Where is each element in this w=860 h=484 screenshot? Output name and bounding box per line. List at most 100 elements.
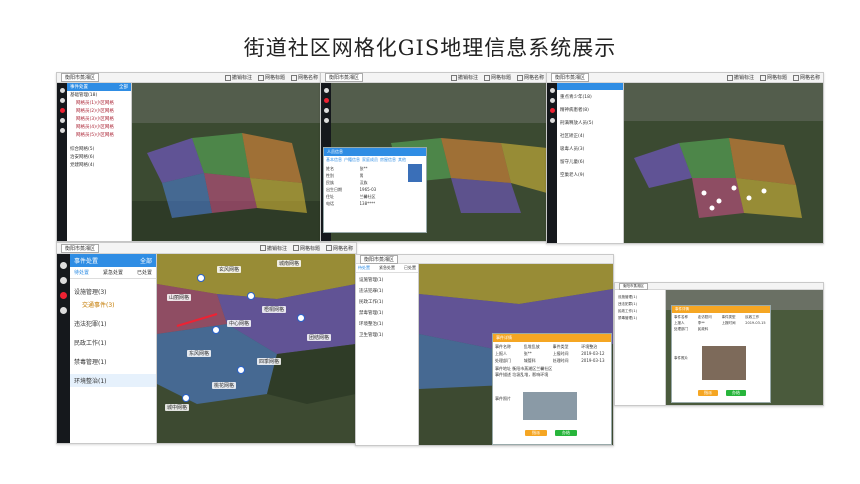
toggle-grid-title[interactable]: 网格标题 [483,74,511,81]
map-pin-icon[interactable] [549,98,555,103]
assign-button[interactable]: 指派 [698,390,718,396]
tab-done[interactable]: 已处置 [404,265,416,271]
sidebar-item[interactable]: 环境整治(1) [356,320,418,328]
sidebar-item[interactable]: 设施管理(1) [356,276,418,284]
sidebar-item[interactable]: 留守儿童(6) [557,158,623,166]
alarm-icon[interactable] [323,98,329,103]
complete-button[interactable]: 办结 [726,390,746,396]
tab-basic[interactable]: 基本信息 [326,157,342,163]
user-icon[interactable] [59,118,65,123]
sidebar-sub-item[interactable]: 网格员(5)小区网格 [67,131,131,139]
alarm-icon[interactable] [60,292,67,299]
grid-label[interactable]: 玄风网格 [217,266,242,273]
settings-icon[interactable] [59,128,65,133]
sidebar-item[interactable]: 设施管理(3) [70,285,156,298]
grid-label[interactable]: 梧桐网格 [262,306,287,313]
sidebar-item[interactable]: 基础管理(18) [67,91,131,99]
sidebar-item[interactable]: 禁毒管理(1) [615,315,665,322]
sidebar-item[interactable]: 违法犯罪(1) [615,301,665,308]
sidebar-item[interactable]: 刑满释放人员(5) [557,119,623,127]
sidebar-sub-item[interactable]: 网格员(2)小区网格 [67,107,131,115]
satellite-map[interactable]: 玄风网格 城南网格 山丽网格 梧桐网格 中心网格 团结网格 东风网格 四季网格 … [157,254,356,443]
complete-button[interactable]: 办结 [555,430,577,436]
tab-done[interactable]: 已处置 [137,269,152,276]
satellite-map[interactable] [132,83,321,241]
menu-icon[interactable] [323,118,329,123]
map-pin-icon[interactable] [237,366,245,374]
district-select[interactable]: 衡阳市蒸湘区 [325,73,364,82]
tab-house[interactable]: 房屋信息 [380,157,396,163]
tab-pending[interactable]: 待处置 [358,265,370,271]
user-icon[interactable] [60,307,67,314]
user-icon[interactable] [549,118,555,123]
map-pin-icon[interactable] [197,274,205,282]
sidebar-item[interactable]: 党建网格(4) [67,161,131,169]
grid-label[interactable]: 四季网格 [257,358,282,365]
grid-label[interactable]: 桃花网格 [212,382,237,389]
sidebar-sub-item[interactable]: 交通事件(3) [70,298,156,311]
show-all-toggle[interactable]: 全部 [119,84,128,90]
sidebar-item[interactable]: 民政工作(1) [70,336,156,349]
sidebar-item[interactable]: 重点青少年(18) [557,93,623,101]
search-icon[interactable] [60,262,67,269]
sidebar-item[interactable]: 违法犯罪(1) [70,317,156,330]
tab-urgent[interactable]: 紧急处置 [103,269,123,276]
tab-family[interactable]: 家庭成员 [362,157,378,163]
sidebar-sub-item[interactable]: 网格员(3)小区网格 [67,115,131,123]
search-icon[interactable] [323,88,329,93]
grid-label[interactable]: 中心网格 [227,320,252,327]
toggle-cancel-marks[interactable]: 撤销标注 [450,74,478,81]
sidebar-item[interactable]: 禁毒管理(1) [356,309,418,317]
district-select[interactable]: 衡阳市蒸湘区 [551,73,590,82]
satellite-map[interactable] [624,83,823,243]
sidebar-sub-item[interactable]: 网格员(1)小区网格 [67,99,131,107]
sidebar-sub-item[interactable]: 网格员(4)小区网格 [67,123,131,131]
grid-label[interactable]: 东风网格 [187,350,212,357]
grid-label[interactable]: 山丽网格 [167,294,192,301]
map-pin-icon[interactable] [212,326,220,334]
toggle-cancel-marks[interactable]: 撤销标注 [224,74,252,81]
sidebar-item[interactable]: 民政工作(1) [356,298,418,306]
toggle-grid-name[interactable]: 网格名称 [290,74,318,81]
tab-pending[interactable]: 待处置 [74,269,89,276]
alarm-icon[interactable] [549,108,555,113]
toggle-grid-title[interactable]: 网格标题 [292,245,320,252]
tab-other[interactable]: 其他 [398,157,406,163]
district-select[interactable]: 衡阳市蒸湘区 [360,255,399,264]
sidebar-item[interactable]: 社区矫正(4) [557,132,623,140]
user-icon[interactable] [323,108,329,113]
toggle-cancel-marks[interactable]: 撤销标注 [259,245,287,252]
sidebar-item[interactable]: 卫生管理(1) [356,331,418,339]
grid-label[interactable]: 城南网格 [277,260,302,267]
toggle-grid-name[interactable]: 网格名称 [325,245,353,252]
toggle-grid-title[interactable]: 网格标题 [257,74,285,81]
search-icon[interactable] [59,88,65,93]
sidebar-item[interactable]: 空巢老人(9) [557,171,623,179]
map-pin-icon[interactable] [182,394,190,402]
grid-label[interactable]: 城中网格 [165,404,190,411]
sidebar-item[interactable]: 综合网格(5) [67,145,131,153]
show-all-toggle[interactable]: 全部 [140,256,152,265]
sidebar-item[interactable]: 吸毒人员(3) [557,145,623,153]
map-pin-icon[interactable] [297,314,305,322]
toggle-grid-name[interactable]: 网格名称 [792,74,820,81]
sidebar-item[interactable]: 违法犯罪(1) [356,287,418,295]
grid-label[interactable]: 团结网格 [307,334,332,341]
sidebar-item[interactable]: 环境整治(1) [70,374,156,387]
sidebar-item[interactable]: 禁毒管理(1) [70,355,156,368]
alarm-icon[interactable] [59,108,65,113]
search-icon[interactable] [549,88,555,93]
district-select[interactable]: 衡阳市蒸湘区 [619,283,648,290]
map-pin-icon[interactable] [247,292,255,300]
tab-household[interactable]: 户籍信息 [344,157,360,163]
district-select[interactable]: 衡阳市蒸湘区 [61,243,100,253]
tab-urgent[interactable]: 紧急处置 [379,265,395,271]
sidebar-item[interactable]: 设施管理(1) [615,294,665,301]
assign-button[interactable]: 指派 [525,430,547,436]
sidebar-item[interactable]: 民政工作(1) [615,308,665,315]
toggle-grid-name[interactable]: 网格名称 [516,74,544,81]
map-pin-icon[interactable] [60,277,67,284]
district-select[interactable]: 衡阳市蒸湘区 [61,73,100,82]
toggle-cancel-marks[interactable]: 撤销标注 [726,74,754,81]
toggle-grid-title[interactable]: 网格标题 [759,74,787,81]
